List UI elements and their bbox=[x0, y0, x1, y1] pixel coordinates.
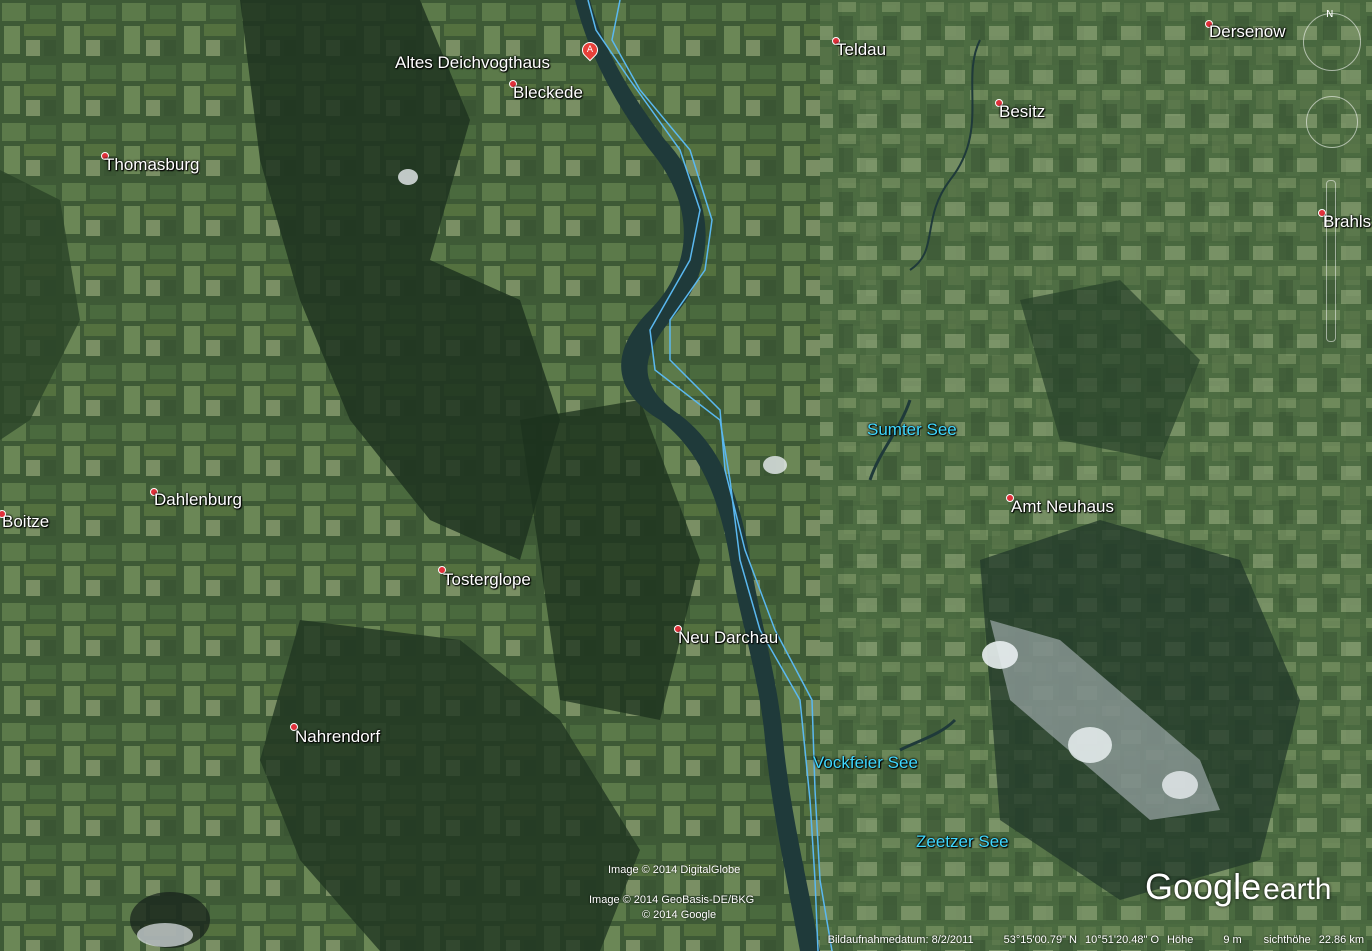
elevation-label: Höhe bbox=[1167, 934, 1194, 946]
label-thomasburg[interactable]: Thomasburg bbox=[104, 155, 199, 175]
logo-earth-text: earth bbox=[1263, 873, 1332, 906]
label-vockfeier-see[interactable]: Vockfeier See bbox=[813, 753, 918, 773]
label-boitze[interactable]: Boitze bbox=[2, 512, 49, 532]
label-neu-darchau[interactable]: Neu Darchau bbox=[678, 628, 778, 648]
label-dahlenburg[interactable]: Dahlenburg bbox=[154, 490, 242, 510]
north-indicator: N bbox=[1326, 9, 1334, 20]
status-bar: Bildaufnahmedatum: 8/2/2011 53°15'00.79"… bbox=[0, 929, 1372, 951]
label-dersenow[interactable]: Dersenow bbox=[1209, 22, 1286, 42]
placemark-letter: A bbox=[586, 45, 594, 55]
label-altes-deichvogthaus[interactable]: Altes Deichvogthaus bbox=[395, 53, 550, 73]
eye-altitude-label: sichthöhe bbox=[1263, 934, 1311, 946]
zoom-slider[interactable] bbox=[1326, 180, 1336, 342]
elevation-value: 9 m bbox=[1223, 934, 1242, 946]
eye-altitude-value: 22.86 km bbox=[1318, 934, 1364, 946]
credit-google: © 2014 Google bbox=[642, 909, 717, 921]
longitude-readout: 10°51'20.48" O bbox=[1085, 934, 1160, 946]
label-bleckede[interactable]: Bleckede bbox=[513, 83, 583, 103]
latitude-readout: 53°15'00.79" N bbox=[1003, 934, 1077, 946]
label-teldau[interactable]: Teldau bbox=[836, 40, 886, 60]
compass-control[interactable]: N bbox=[1303, 9, 1361, 71]
label-tosterglope[interactable]: Tosterglope bbox=[443, 570, 531, 590]
label-zeetzer-see[interactable]: Zeetzer See bbox=[916, 832, 1009, 852]
credit-geobasis: Image © 2014 GeoBasis-DE/BKG bbox=[589, 894, 755, 906]
label-sumter-see[interactable]: Sumter See bbox=[867, 420, 957, 440]
credit-digitalglobe: Image © 2014 DigitalGlobe bbox=[608, 864, 741, 876]
imagery-date: Bildaufnahmedatum: 8/2/2011 bbox=[827, 934, 974, 946]
label-amt-neuhaus[interactable]: Amt Neuhaus bbox=[1011, 497, 1114, 517]
google-earth-logo: Googleearth bbox=[1145, 866, 1331, 908]
label-nahrendorf[interactable]: Nahrendorf bbox=[295, 727, 380, 747]
look-joystick-control[interactable] bbox=[1306, 96, 1358, 148]
satellite-map[interactable] bbox=[0, 0, 1372, 951]
logo-google-text: Google bbox=[1145, 866, 1262, 907]
label-besitz[interactable]: Besitz bbox=[999, 102, 1045, 122]
